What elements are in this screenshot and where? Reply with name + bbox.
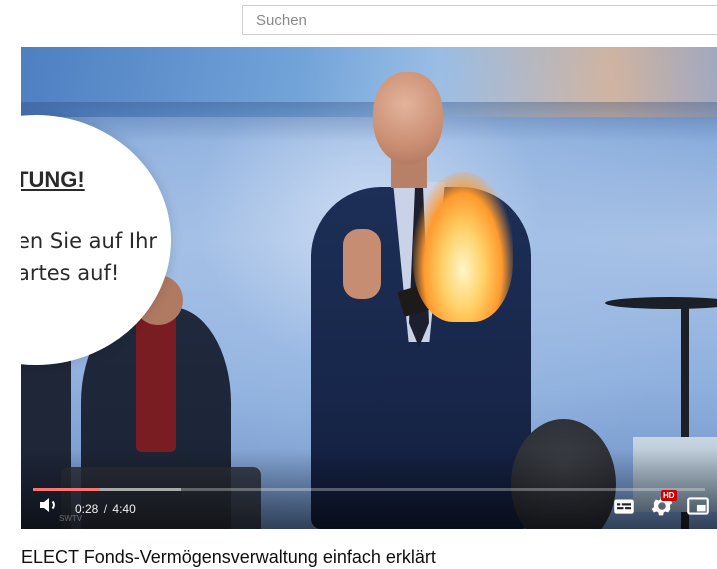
hd-badge: HD (661, 490, 677, 501)
miniplayer-icon[interactable] (685, 493, 711, 519)
slide-text-line: artes auf! (21, 261, 120, 285)
progress-bar[interactable] (33, 488, 705, 491)
time-separator: / (103, 502, 108, 516)
subtitles-icon[interactable] (611, 493, 637, 519)
search-input[interactable] (243, 6, 717, 34)
flame (413, 172, 513, 322)
search-box[interactable] (242, 5, 717, 35)
speaker-head (373, 72, 443, 164)
speaker-hand (343, 229, 381, 299)
watermark: SWTV (59, 514, 83, 523)
video-title: ELECT Fonds-Vermögensverwaltung einfach … (21, 547, 436, 567)
youtube-watch-page: TUNG! en Sie auf Ihr artes auf! 0:28 (0, 0, 717, 569)
time-display: 0:28 / 4:40 (75, 501, 136, 517)
slide-heading: TUNG! (21, 167, 85, 192)
slide-text-line: en Sie auf Ihr (21, 229, 158, 253)
duration: 4:40 (112, 502, 136, 516)
video-player[interactable]: TUNG! en Sie auf Ihr artes auf! 0:28 / 4… (21, 47, 717, 529)
volume-icon[interactable] (37, 493, 61, 517)
